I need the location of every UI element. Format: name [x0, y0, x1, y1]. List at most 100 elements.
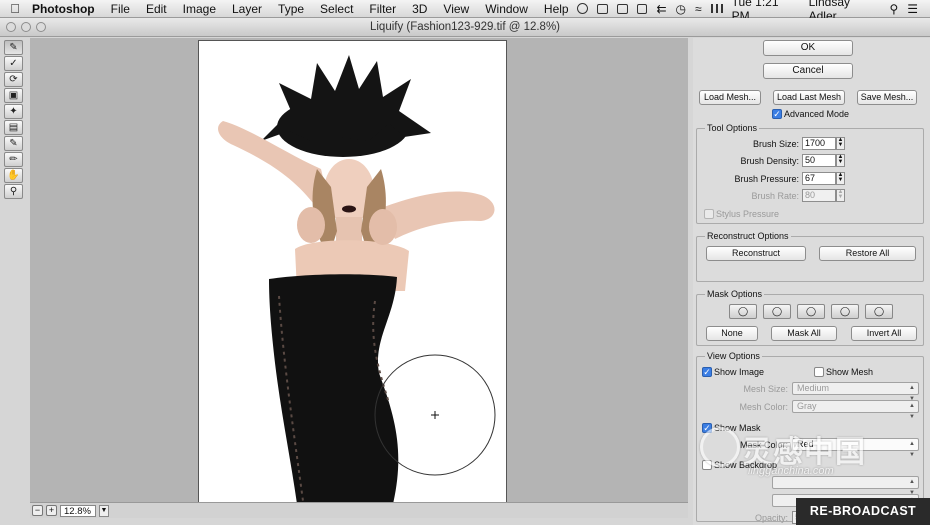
brush-pressure-field[interactable]: 67	[802, 172, 836, 185]
tool-options-group: Tool Options Brush Size: 1700 ▲ ▼ Brush D…	[696, 123, 924, 224]
invert-all-button[interactable]: Invert All	[851, 326, 917, 341]
mesh-color-select: Gray ▲ ▼	[792, 400, 919, 420]
display-icon[interactable]	[636, 3, 648, 14]
hand-tool-icon[interactable]: ✋	[4, 168, 23, 183]
intersect-with-selection-icon[interactable]: ◯	[831, 304, 859, 319]
opacity-label: Opacity:	[754, 513, 788, 523]
brush-size-stepper[interactable]: ▲ ▼	[836, 137, 845, 150]
window-titlebar[interactable]: Liquify (Fashion123-929.tif @ 12.8%)	[0, 18, 930, 37]
twirl-clockwise-tool-icon[interactable]: ⟳	[4, 72, 23, 87]
wifi-icon[interactable]: ≈	[695, 2, 702, 16]
select-arrows-icon: ▲▼	[909, 441, 915, 458]
show-image-checkbox[interactable]: ✓	[702, 367, 712, 377]
brush-size-label: Brush Size:	[752, 139, 799, 149]
tool-options-title: Tool Options	[705, 123, 760, 133]
stylus-pressure-checkbox	[704, 209, 714, 219]
restore-all-button[interactable]: Restore All	[819, 246, 916, 261]
select-arrows-icon: ▲▼	[909, 403, 915, 420]
sync-icon[interactable]	[576, 3, 588, 14]
rebroadcast-badge: RE-BROADCAST	[796, 498, 930, 525]
load-last-mesh-button[interactable]: Load Last Mesh	[773, 90, 845, 105]
freeze-mask-tool-icon[interactable]: ✎	[4, 136, 23, 151]
zoom-dropdown-icon[interactable]: ▼	[99, 504, 109, 517]
mask-all-button[interactable]: Mask All	[771, 326, 837, 341]
view-options-title: View Options	[705, 351, 762, 361]
brush-rate-stepper: ▲ ▼	[836, 189, 845, 202]
watermark-url-text: lingganchina.com	[748, 465, 834, 477]
menu-help[interactable]: Help	[536, 2, 577, 16]
reconstruct-options-title: Reconstruct Options	[705, 231, 791, 241]
preview-image[interactable]	[198, 40, 507, 503]
reconstruct-button[interactable]: Reconstruct	[706, 246, 806, 261]
brush-rate-label: Brush Rate:	[751, 191, 799, 201]
thaw-mask-tool-icon[interactable]: ✏	[4, 152, 23, 167]
time-machine-icon[interactable]: ◷	[676, 2, 686, 16]
subtract-from-selection-icon[interactable]: ◯	[797, 304, 825, 319]
menu-edit[interactable]: Edit	[138, 2, 175, 16]
close-window-icon[interactable]	[6, 22, 16, 32]
zoom-window-icon[interactable]	[36, 22, 46, 32]
invert-selection-icon[interactable]: ◯	[865, 304, 893, 319]
window-title: Liquify (Fashion123-929.tif @ 12.8%)	[369, 21, 561, 33]
site-watermark: 灵感中国 lingganchina.com	[700, 425, 885, 490]
menu-app-photoshop[interactable]: Photoshop	[30, 2, 103, 16]
mask-options-group: Mask Options ◯ ◯ ◯ ◯ ◯ None Mask All Inv…	[696, 289, 924, 346]
menu-file[interactable]: File	[103, 2, 138, 16]
reconstruct-tool-icon[interactable]: ✓	[4, 56, 23, 71]
volume-icon[interactable]	[710, 4, 723, 13]
add-to-selection-icon[interactable]: ◯	[763, 304, 791, 319]
brush-density-stepper[interactable]: ▲ ▼	[836, 154, 845, 167]
brush-density-field[interactable]: 50	[802, 154, 836, 167]
menu-window[interactable]: Window	[477, 2, 536, 16]
advanced-mode-checkbox[interactable]: ✓	[772, 109, 782, 119]
brush-pressure-stepper[interactable]: ▲ ▼	[836, 172, 845, 185]
replace-selection-icon[interactable]: ◯	[729, 304, 757, 319]
menu-view[interactable]: View	[435, 2, 477, 16]
advanced-mode-label: Advanced Mode	[784, 109, 850, 119]
preview-canvas[interactable]	[30, 38, 688, 508]
menu-image[interactable]: Image	[175, 2, 224, 16]
watermark-logo-icon	[700, 427, 740, 467]
spotlight-search-icon[interactable]: ⚲	[889, 2, 898, 16]
zoom-out-button[interactable]: −	[32, 505, 43, 516]
bluetooth-icon[interactable]: ⇇	[656, 2, 666, 16]
menu-bar:  Photoshop File Edit Image Layer Type S…	[0, 0, 930, 23]
cancel-button[interactable]: Cancel	[763, 63, 853, 79]
pucker-tool-icon[interactable]: ▣	[4, 88, 23, 103]
menu-select[interactable]: Select	[312, 2, 361, 16]
menu-type[interactable]: Type	[270, 2, 312, 16]
brush-size-field[interactable]: 1700	[802, 137, 836, 150]
brush-pressure-label: Brush Pressure:	[734, 174, 799, 184]
forward-warp-tool-icon[interactable]: ✎	[4, 40, 23, 55]
push-left-tool-icon[interactable]: ▤	[4, 120, 23, 135]
mask-options-title: Mask Options	[705, 289, 765, 299]
ok-button[interactable]: OK	[763, 40, 853, 56]
load-mesh-button[interactable]: Load Mesh...	[699, 90, 761, 105]
notification-center-icon[interactable]: ☰	[907, 2, 918, 16]
zoom-level-field[interactable]: 12.8%	[60, 504, 96, 517]
mask-mode-buttons: ◯ ◯ ◯ ◯ ◯	[729, 304, 899, 319]
minimize-window-icon[interactable]	[21, 22, 31, 32]
model-photo-graphic	[218, 55, 496, 502]
menu-3d[interactable]: 3D	[404, 2, 435, 16]
reconstruct-options-group: Reconstruct Options Reconstruct Restore …	[696, 231, 924, 282]
menu-layer[interactable]: Layer	[224, 2, 270, 16]
apple-menu-icon[interactable]: 	[0, 1, 30, 16]
dropbox-icon[interactable]	[596, 3, 608, 14]
show-mesh-checkbox[interactable]	[814, 367, 824, 377]
mesh-color-label: Mesh Color:	[739, 402, 788, 412]
mask-none-button[interactable]: None	[706, 326, 758, 341]
save-mesh-button[interactable]: Save Mesh...	[857, 90, 917, 105]
brush-density-label: Brush Density:	[740, 156, 799, 166]
show-image-label: Show Image	[714, 367, 765, 377]
mesh-size-select: Medium ▲ ▼	[792, 382, 919, 402]
screen-mirror-icon[interactable]	[616, 3, 628, 14]
zoom-in-button[interactable]: +	[46, 505, 57, 516]
canvas-status-bar: − + 12.8% ▼	[30, 502, 688, 518]
mesh-size-label: Mesh Size:	[743, 384, 788, 394]
zoom-tool-icon[interactable]: ⚲	[4, 184, 23, 199]
bloat-tool-icon[interactable]: ✦	[4, 104, 23, 119]
liquify-toolbar: ✎ ✓ ⟳ ▣ ✦ ▤ ✎ ✏ ✋ ⚲	[4, 40, 25, 199]
menu-filter[interactable]: Filter	[361, 2, 404, 16]
brush-rate-field: 80	[802, 189, 836, 202]
